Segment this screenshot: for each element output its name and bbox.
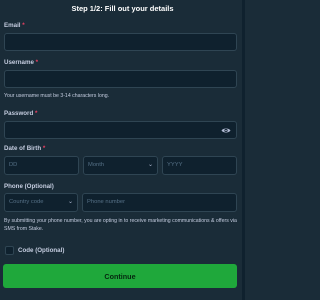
chevron-down-icon: ⌄: [67, 199, 73, 205]
email-label: Email *: [4, 22, 25, 30]
dob-day-placeholder: DD: [9, 162, 18, 168]
username-label-text: Username: [4, 59, 34, 66]
phone-number-placeholder: Phone number: [87, 199, 126, 205]
required-mark: *: [22, 22, 25, 29]
dob-year-input[interactable]: YYYY: [162, 156, 237, 175]
password-label-text: Password: [4, 110, 34, 117]
country-code-placeholder: Country code: [9, 199, 44, 205]
password-label: Password *: [4, 110, 37, 118]
dob-day-input[interactable]: DD: [4, 156, 79, 175]
dob-label-text: Date of Birth: [4, 145, 42, 152]
email-field[interactable]: [4, 33, 237, 51]
form-title: Step 1/2: Fill out your details: [71, 4, 174, 13]
username-hint: Your username must be 3-14 characters lo…: [4, 93, 110, 99]
phone-label-text: Phone (Optional): [4, 183, 54, 190]
dob-month-placeholder: Month: [88, 162, 105, 168]
dob-label: Date of Birth *: [4, 145, 45, 153]
email-label-text: Email: [4, 22, 21, 29]
chevron-down-icon: ⌄: [147, 162, 153, 168]
password-field[interactable]: [4, 121, 237, 139]
eye-icon[interactable]: [221, 126, 231, 135]
dob-month-select[interactable]: Month ⌄: [83, 156, 158, 175]
continue-button[interactable]: Continue: [3, 264, 237, 288]
registration-form: Step 1/2: Fill out your details Email * …: [0, 0, 245, 300]
required-mark: *: [34, 110, 38, 117]
code-label[interactable]: Code (Optional): [18, 247, 64, 255]
country-code-select[interactable]: Country code ⌄: [4, 193, 78, 212]
code-checkbox[interactable]: [5, 246, 14, 255]
username-label: Username *: [4, 59, 38, 67]
required-mark: *: [42, 145, 46, 152]
phone-number-input[interactable]: Phone number: [82, 193, 237, 212]
dob-year-placeholder: YYYY: [167, 162, 183, 168]
phone-label: Phone (Optional): [4, 183, 54, 191]
sms-consent-notice: By submitting your phone number, you are…: [4, 218, 237, 232]
required-mark: *: [35, 59, 39, 66]
username-field[interactable]: [4, 70, 237, 88]
